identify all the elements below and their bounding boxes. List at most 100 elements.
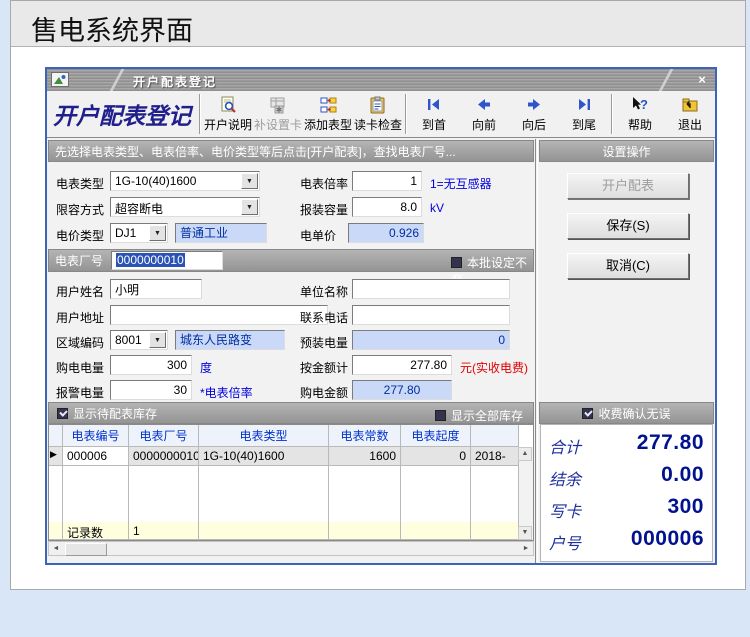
by-amount-input[interactable] bbox=[352, 355, 452, 375]
limit-mode-select[interactable]: 超容断电 ▼ bbox=[110, 197, 260, 217]
empty-cell bbox=[329, 466, 401, 522]
toolbar-button-label: 帮助 bbox=[627, 117, 652, 132]
col-header-meter-no[interactable]: 电表编号 bbox=[63, 425, 129, 447]
go-last-button[interactable]: 到尾 bbox=[559, 91, 609, 137]
fee-confirm-label: 收费确认无误 bbox=[598, 406, 671, 421]
show-all-stock-checkbox[interactable]: 显示全部库存 bbox=[434, 407, 523, 424]
chevron-down-icon[interactable]: ▼ bbox=[149, 332, 166, 348]
scroll-left-icon[interactable]: ◄ bbox=[49, 542, 63, 555]
empty-cell bbox=[63, 466, 129, 522]
open-account-help-button[interactable]: 开户说明 bbox=[203, 91, 253, 137]
help-icon: ? bbox=[630, 96, 650, 115]
record-count-value: 1 bbox=[129, 522, 199, 540]
cell-extra: 2018- bbox=[471, 447, 519, 466]
address-input[interactable] bbox=[110, 305, 328, 325]
by-amount-note: 元(实收电费) bbox=[460, 361, 528, 375]
limit-mode-label: 限容方式 bbox=[56, 203, 105, 217]
table-empty-area bbox=[49, 466, 533, 522]
page-header: 售电系统界面 bbox=[11, 1, 745, 47]
close-icon[interactable]: × bbox=[694, 72, 710, 88]
toolbar-button-label: 退出 bbox=[677, 117, 702, 132]
go-first-button[interactable]: 到首 bbox=[409, 91, 459, 137]
alarm-energy-input[interactable] bbox=[110, 380, 192, 400]
read-card-check-button[interactable]: 读卡检查 bbox=[353, 91, 403, 137]
table-gutter bbox=[49, 466, 63, 522]
meter-type-label: 电表类型 bbox=[56, 177, 105, 191]
record-count-label: 记录数 bbox=[63, 522, 129, 540]
hint-text: 先选择电表类型、电表倍率、电价类型等后点击[开户配表]，查找电表厂号... bbox=[55, 144, 456, 159]
chevron-down-icon[interactable]: ▼ bbox=[241, 173, 258, 189]
limit-mode-value: 超容断电 bbox=[115, 202, 164, 216]
table-horizontal-scrollbar[interactable]: ◄ ► bbox=[48, 541, 534, 556]
total-label: 合计 bbox=[549, 438, 582, 457]
empty-cell bbox=[401, 466, 471, 522]
pane-divider bbox=[535, 139, 538, 563]
exit-icon bbox=[680, 96, 700, 115]
toolbar: 开户配表登记 开户说明 ✱ 补设置卡 添加表型 读卡检查 到首 向前 向后 到尾… bbox=[47, 91, 715, 138]
open-account-assign-button: 开户配表 bbox=[567, 173, 689, 199]
go-prev-button[interactable]: 向前 bbox=[459, 91, 509, 137]
capacity-input[interactable] bbox=[352, 197, 422, 217]
col-header-meter-start[interactable]: 电表起度 bbox=[401, 425, 471, 447]
table-row[interactable]: ▶ 000006 0000000010 1G-10(40)1600 1600 0… bbox=[49, 447, 533, 466]
scroll-right-icon[interactable]: ► bbox=[519, 542, 533, 555]
price-type-label: 电价类型 bbox=[56, 229, 105, 243]
unit-name-input[interactable] bbox=[352, 279, 510, 299]
factory-no-bar: 电表厂号 0000000010 本批设定不变 bbox=[48, 249, 534, 287]
balance-label: 结余 bbox=[549, 470, 582, 489]
stock-bar: 显示待配表库存 显示全部库存 bbox=[48, 402, 534, 424]
region-select[interactable]: 8001 ▼ bbox=[110, 330, 168, 350]
meter-type-select[interactable]: 1G-10(40)1600 ▼ bbox=[110, 171, 260, 191]
purchase-energy-input[interactable] bbox=[110, 355, 192, 375]
footer-cell bbox=[471, 522, 519, 540]
phone-label: 联系电话 bbox=[300, 311, 349, 325]
toolbar-button-label: 向后 bbox=[521, 117, 546, 132]
col-header-meter-type[interactable]: 电表类型 bbox=[199, 425, 329, 447]
exit-button[interactable]: 退出 bbox=[665, 91, 715, 137]
col-header-meter-constant[interactable]: 电表常数 bbox=[329, 425, 401, 447]
by-amount-label: 按金额计 bbox=[300, 361, 349, 375]
price-type-value: DJ1 bbox=[115, 226, 137, 240]
scroll-up-icon[interactable]: ▲ bbox=[518, 447, 532, 461]
go-next-button[interactable]: 向后 bbox=[509, 91, 559, 137]
alarm-energy-note: *电表倍率 bbox=[200, 386, 253, 400]
summary-row-write-card: 写卡 300 bbox=[547, 493, 706, 524]
show-pending-stock-checkbox[interactable]: 显示待配表库存 bbox=[57, 405, 157, 422]
summary-row-account-no: 户号 000006 bbox=[547, 525, 706, 556]
go-last-icon bbox=[574, 96, 594, 115]
fee-confirm-checkbox[interactable]: 收费确认无误 bbox=[582, 405, 671, 422]
scroll-down-icon[interactable]: ▼ bbox=[518, 526, 532, 540]
add-meter-type-icon bbox=[318, 96, 338, 115]
cell-meter-constant: 1600 bbox=[329, 447, 401, 466]
col-header-factory-no[interactable]: 电表厂号 bbox=[129, 425, 199, 447]
help-button[interactable]: ? 帮助 bbox=[615, 91, 665, 137]
add-meter-type-button[interactable]: 添加表型 bbox=[303, 91, 353, 137]
table-gutter bbox=[49, 522, 63, 540]
read-card-check-icon bbox=[368, 96, 388, 115]
chevron-down-icon[interactable]: ▼ bbox=[149, 225, 166, 241]
fee-confirm-bar: 收费确认无误 bbox=[539, 402, 714, 424]
left-pane: 先选择电表类型、电表倍率、电价类型等后点击[开户配表]，查找电表厂号... 电表… bbox=[48, 139, 534, 562]
go-prev-icon bbox=[474, 96, 494, 115]
price-type-select[interactable]: DJ1 ▼ bbox=[110, 223, 168, 243]
phone-input[interactable] bbox=[352, 305, 510, 325]
address-label: 用户地址 bbox=[56, 311, 105, 325]
scrollbar-thumb[interactable] bbox=[65, 543, 107, 556]
cell-meter-type: 1G-10(40)1600 bbox=[199, 447, 329, 466]
supplement-card-button: ✱ 补设置卡 bbox=[253, 91, 303, 137]
table-vertical-scrollbar[interactable]: ▲ ▼ bbox=[518, 447, 533, 540]
cancel-button[interactable]: 取消(C) bbox=[567, 253, 689, 279]
chevron-down-icon[interactable]: ▼ bbox=[241, 199, 258, 215]
multiplier-input[interactable] bbox=[352, 171, 422, 191]
summary-box: 合计 277.80 结余 0.00 写卡 300 户号 000006 bbox=[540, 424, 713, 562]
purchase-amount-label: 购电金额 bbox=[300, 386, 349, 400]
user-name-input[interactable] bbox=[110, 279, 202, 299]
checkbox-checked-icon bbox=[582, 407, 594, 419]
save-button[interactable]: 保存(S) bbox=[567, 213, 689, 239]
titlebar-decoration bbox=[106, 69, 127, 91]
go-next-icon bbox=[524, 96, 544, 115]
region-desc: 城东人民路变 bbox=[175, 330, 285, 350]
factory-no-input[interactable]: 0000000010 bbox=[111, 251, 223, 270]
row-indicator-icon: ▶ bbox=[49, 447, 63, 466]
empty-cell bbox=[471, 466, 519, 522]
